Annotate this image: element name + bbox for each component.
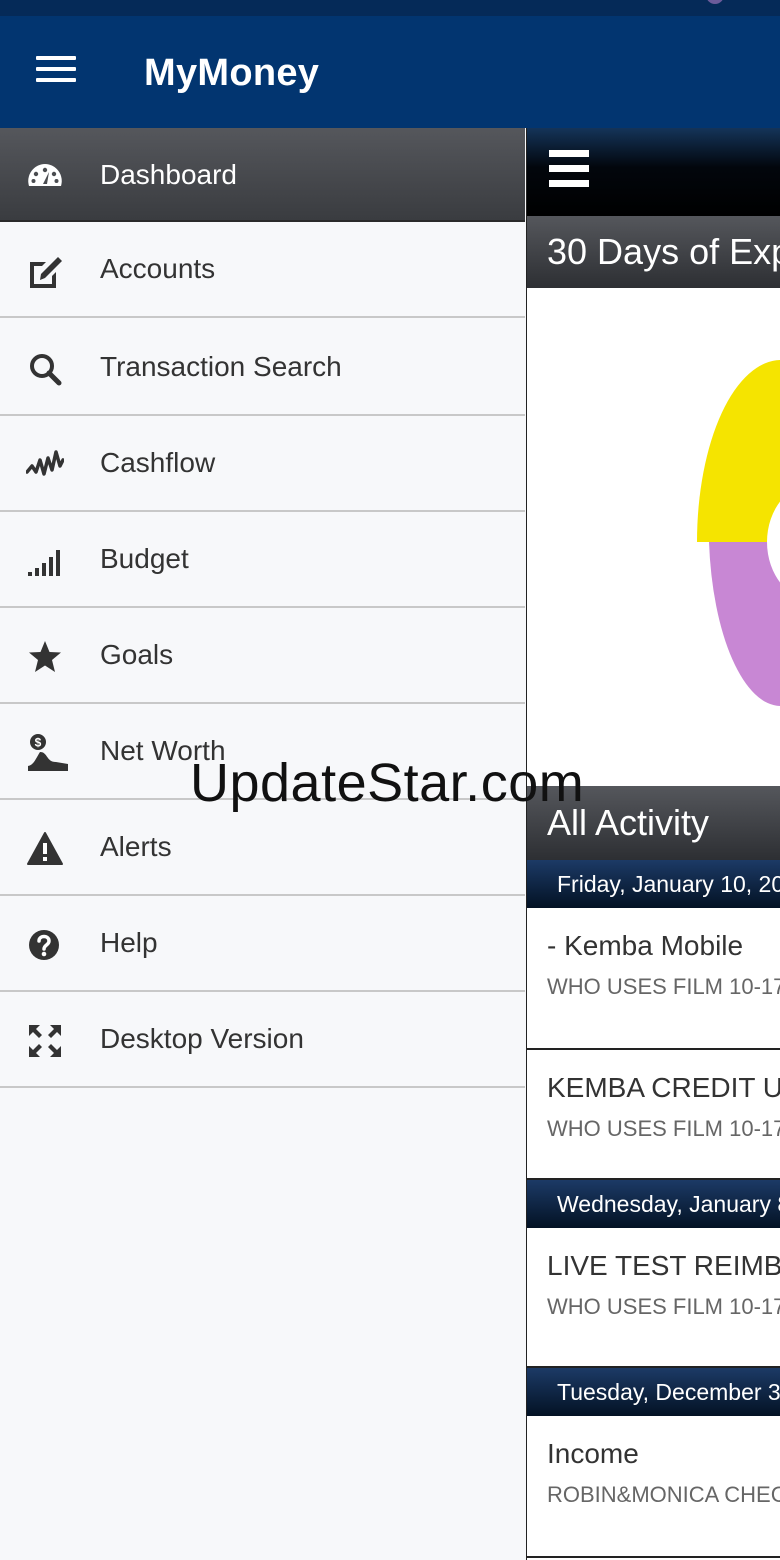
content-menu-icon[interactable]: [549, 150, 589, 192]
dashboard-gauge-icon: [26, 158, 64, 196]
svg-text:$: $: [35, 736, 42, 750]
dashboard-content: 30 Days of Expe All Activity Friday, Jan…: [526, 128, 780, 1560]
nav-item-alerts[interactable]: Alerts: [0, 800, 525, 896]
warning-icon: [26, 830, 64, 868]
nav-item-label: Help: [100, 927, 158, 958]
nav-item-dashboard[interactable]: Dashboard: [0, 128, 525, 222]
date-header: Tuesday, December 31: [527, 1368, 780, 1416]
person-money-icon: $: [26, 734, 68, 772]
nav-item-label: Transaction Search: [100, 351, 342, 382]
nav-item-budget[interactable]: Budget: [0, 512, 525, 608]
expense-section-title: 30 Days of Expe: [527, 216, 780, 288]
transaction-name: - Kemba Mobile: [547, 930, 744, 961]
edit-pencil-icon: [26, 252, 64, 290]
transaction-memo: WHO USES FILM 10-17: [547, 1116, 780, 1141]
nav-item-label: Net Worth: [100, 735, 226, 766]
transaction-row[interactable]: LIVE TEST REIMBU WHO USES FILM 10-17: [527, 1228, 780, 1368]
line-wave-icon: [26, 446, 64, 484]
nav-item-label: Budget: [100, 543, 189, 574]
signal-bars-icon: [26, 542, 64, 580]
activity-section-title: All Activity: [527, 786, 780, 860]
status-indicator: [706, 0, 724, 4]
date-header: Wednesday, January 8: [527, 1180, 780, 1228]
nav-item-label: Desktop Version: [100, 1023, 304, 1054]
nav-item-net-worth[interactable]: $ Net Worth: [0, 704, 525, 800]
hamburger-menu-icon[interactable]: [36, 56, 76, 86]
transaction-name: LIVE TEST REIMBU: [547, 1250, 780, 1281]
transaction-name: Income: [547, 1438, 639, 1469]
status-bar: [0, 0, 780, 16]
nav-item-label: Cashflow: [100, 447, 216, 478]
transaction-row[interactable]: KEMBA CREDIT UN WHO USES FILM 10-17: [527, 1050, 780, 1180]
nav-item-label: Goals: [100, 639, 174, 670]
nav-item-label: Alerts: [100, 831, 172, 862]
star-icon: [26, 638, 64, 676]
transaction-memo: WHO USES FILM 10-17: [547, 1294, 780, 1319]
nav-item-label: Accounts: [100, 253, 216, 284]
nav-item-desktop-version[interactable]: Desktop Version: [0, 992, 525, 1088]
transaction-name: KEMBA CREDIT UN: [547, 1072, 780, 1103]
nav-item-help[interactable]: Help: [0, 896, 525, 992]
transaction-row[interactable]: - Kemba Mobile WHO USES FILM 10-17: [527, 908, 780, 1050]
search-icon: [26, 350, 64, 388]
expense-donut-chart: [527, 288, 780, 937]
nav-item-goals[interactable]: Goals: [0, 608, 525, 704]
chart-slice-yellow: [697, 360, 780, 542]
nav-item-cashflow[interactable]: Cashflow: [0, 416, 525, 512]
chart-slice-purple: [709, 542, 780, 706]
question-circle-icon: [26, 926, 64, 964]
app-title: MyMoney: [144, 52, 320, 94]
transaction-memo: WHO USES FILM 10-17: [547, 974, 780, 999]
nav-item-accounts[interactable]: Accounts: [0, 222, 525, 318]
expand-arrows-icon: [26, 1022, 64, 1060]
transaction-memo: ROBIN&MONICA CHEC: [547, 1482, 780, 1507]
nav-item-label: Dashboard: [100, 159, 237, 190]
date-header: Friday, January 10, 202: [527, 860, 780, 908]
nav-item-transaction-search[interactable]: Transaction Search: [0, 320, 525, 416]
content-toolbar: [527, 128, 780, 216]
navigation-drawer: Dashboard Accounts Transaction Search Ca…: [0, 128, 525, 1560]
transaction-row[interactable]: Income ROBIN&MONICA CHEC: [527, 1416, 780, 1558]
app-bar: MyMoney: [0, 16, 780, 128]
